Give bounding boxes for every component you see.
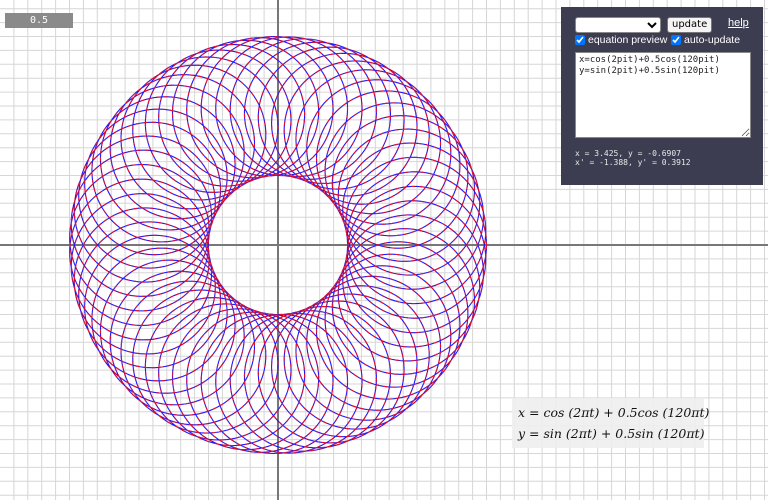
coordinate-readout: x = 3.425, y = -0.6907 x' = -1.388, y' =… <box>575 149 691 167</box>
coordinate-readout-position: x = 3.425, y = -0.6907 <box>575 149 681 158</box>
auto-update-label: auto-update <box>684 34 741 46</box>
zoom-level-badge[interactable]: 0.5 <box>5 13 73 28</box>
y-equation-preview: y = sin (2πt) + 0.5sin (120πt) <box>518 426 705 441</box>
auto-update-option[interactable]: auto-update <box>671 34 740 46</box>
update-button[interactable]: update <box>667 17 713 33</box>
auto-update-checkbox[interactable] <box>671 35 681 45</box>
preset-dropdown[interactable] <box>575 17 661 33</box>
control-panel: update help equation preview auto-update… <box>561 7 763 185</box>
coordinate-readout-derivative: x' = -1.388, y' = 0.3912 <box>575 158 691 167</box>
equation-preview-label: equation preview <box>588 34 668 46</box>
x-equation-preview: x = cos (2πt) + 0.5cos (120πt) <box>518 405 710 420</box>
equation-preview-box: x = cos (2πt) + 0.5cos (120πt) y = sin (… <box>512 398 710 448</box>
help-link[interactable]: help <box>728 17 749 29</box>
equation-preview-checkbox[interactable] <box>575 35 585 45</box>
equation-input[interactable] <box>575 52 751 138</box>
equation-preview-option[interactable]: equation preview <box>575 34 667 46</box>
